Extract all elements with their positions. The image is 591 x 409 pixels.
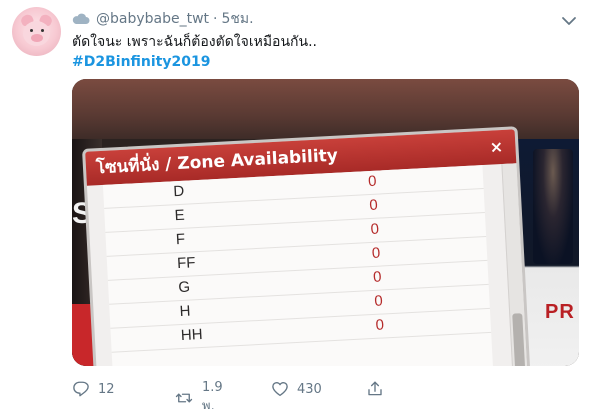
reply-button[interactable]: 12 [72,380,115,398]
tweet-text: ตัดใจนะ เพราะฉันก็ต้องตัดใจเหมือนกัน.. [72,34,317,50]
avatar-eye [41,29,44,32]
cloud-icon [72,13,90,25]
tweet-header: @babybabe_twt · 5ชม. [72,9,254,29]
retweet-icon [174,389,194,407]
zone-name: F [175,230,186,249]
heart-icon [271,380,289,398]
like-count: 430 [297,381,322,397]
zone-name: HH [180,325,203,345]
hashtag-link[interactable]: #D2Binfinity2019 [72,52,210,72]
reply-icon [72,380,90,398]
zone-count: 0 [370,220,380,238]
zone-count: 0 [367,172,377,191]
tweet: @babybabe_twt · 5ชม. ตัดใจนะ เพราะฉันก็ต… [0,0,591,409]
avatar-snout [31,34,43,42]
zone-availability-modal: โซนที่นั่ง / Zone Availability × D 0 E 0… [82,126,532,366]
reply-count: 12 [98,381,115,397]
chevron-down-icon[interactable] [561,12,577,25]
zone-list: D 0 E 0 F 0 FF 0 G 0 H 0 HH 0 [102,165,495,366]
zone-name: D [172,182,185,201]
banner-text: PR [545,301,575,323]
retweet-button[interactable]: 1.9 พ. [174,380,223,409]
separator: · [213,11,218,27]
like-button[interactable]: 430 [271,380,322,398]
poster-person [533,149,573,264]
tweet-time[interactable]: 5ชม. [222,9,254,29]
zone-count: 0 [368,196,379,215]
avatar-eye [30,29,33,32]
user-handle[interactable]: @babybabe_twt [96,9,209,29]
zone-name: H [179,302,191,321]
close-icon[interactable]: × [487,130,507,165]
share-icon [366,380,384,398]
zone-count: 0 [371,244,381,262]
share-button[interactable] [366,380,384,398]
zone-count: 0 [375,316,385,334]
retweet-count: 1.9 พ. [202,380,223,409]
tweet-media[interactable]: S PR โซนที่นั่ง / Zone Availability × D … [72,79,579,366]
zone-count: 0 [372,268,382,286]
zone-name: FF [176,254,196,273]
zone-name: G [177,278,191,297]
zone-count: 0 [373,292,384,310]
avatar[interactable] [12,7,61,56]
scroll-thumb[interactable] [512,313,526,366]
zone-name: E [174,206,186,225]
